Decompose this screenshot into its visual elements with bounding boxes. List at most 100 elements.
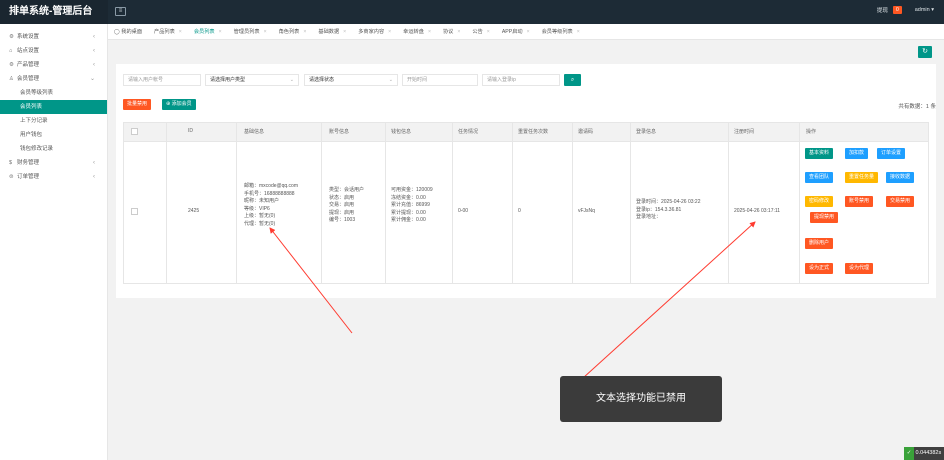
money-icon: $ xyxy=(9,160,13,166)
withdraw-label[interactable]: 提现 xyxy=(877,6,888,14)
sidebar-sub-wallet-log[interactable]: 钱包修改记录 xyxy=(0,142,107,156)
withdraw-badge[interactable]: 0 xyxy=(892,6,902,14)
sidebar-item-site[interactable]: ⌂ 站点设置 ‹ xyxy=(0,44,107,58)
col-actions: 操作 xyxy=(806,129,817,135)
row-checkbox[interactable] xyxy=(131,208,138,215)
view-team-button[interactable]: 查看团队 xyxy=(805,172,834,183)
close-icon[interactable]: × xyxy=(527,29,530,35)
user-icon: ♙ xyxy=(9,76,14,82)
chevron-left-icon: ‹ xyxy=(93,34,95,40)
sidebar-item-product[interactable]: ⚙ 产品管理 ‹ xyxy=(0,58,107,72)
sidebar-item-orders[interactable]: ⊜ 订单管理 ‹ xyxy=(0,170,107,184)
col-wallet: 钱包信息 xyxy=(391,129,412,135)
chevron-left-icon: ‹ xyxy=(93,174,95,180)
close-icon[interactable]: × xyxy=(343,29,346,35)
debug-timer: ✓ 0.044382s xyxy=(904,447,944,460)
refresh-button[interactable]: ↻ xyxy=(918,46,932,58)
cell-login-info: 登录时间：2025-04-26 03:22 登录ip：154.3.36.81 登… xyxy=(636,199,701,221)
sidebar-sub-points-log[interactable]: 上下分记录 xyxy=(0,114,107,128)
close-icon[interactable]: × xyxy=(388,29,391,35)
tab-bar: ◯ 我的桌面 产品列表 × 会员列表 × 管理员列表 × 角色列表 × 基础数据 × 多商… xyxy=(108,24,944,40)
close-icon[interactable]: × xyxy=(457,29,460,35)
sidebar-sub-member-list[interactable]: 会员列表 xyxy=(0,100,107,114)
col-reg-time: 注册时间 xyxy=(734,129,755,135)
chevron-down-icon: ⌄ xyxy=(289,77,294,83)
select-all-checkbox[interactable] xyxy=(131,128,138,135)
cell-basic-info: 邮箱：mxcode@qq.com 手机号：16888888888 昵称：未知用户… xyxy=(244,183,298,227)
tab-admins[interactable]: 管理员列表 × xyxy=(228,24,273,40)
user-menu[interactable]: admin ▾ xyxy=(915,7,934,13)
sidebar-sub-wallet[interactable]: 用户钱包 xyxy=(0,128,107,142)
set-official-button[interactable]: 设为正式 xyxy=(805,263,834,274)
cell-invite: vFJsNq xyxy=(578,208,595,214)
tab-desktop[interactable]: ◯ 我的桌面 xyxy=(108,24,148,40)
sidebar-item-finance[interactable]: $ 财务管理 ‹ xyxy=(0,156,107,170)
home-icon: ⌂ xyxy=(9,48,13,54)
sidebar-item-system[interactable]: ⚙ 系统设置 ‹ xyxy=(0,30,107,44)
close-icon[interactable]: × xyxy=(264,29,267,35)
withdraw-disable-button[interactable]: 提现禁用 xyxy=(810,212,839,223)
chevron-left-icon: ‹ xyxy=(93,160,95,166)
chevron-down-icon: ⌄ xyxy=(388,77,393,83)
tab-member-level[interactable]: 会员等级列表 × xyxy=(536,24,586,40)
order-icon: ⊜ xyxy=(9,174,14,180)
order-settings-button[interactable]: 订单设置 xyxy=(877,148,906,159)
col-account: 账号信息 xyxy=(329,129,350,135)
reset-tasks-button[interactable]: 重置任务量 xyxy=(845,172,879,183)
close-icon[interactable]: × xyxy=(577,29,580,35)
app-title: 排单系统-管理后台 xyxy=(0,0,108,24)
debug-leaf-icon: ✓ xyxy=(904,447,914,460)
chevron-left-icon: ‹ xyxy=(93,48,95,54)
refresh-icon: ↻ xyxy=(922,48,928,55)
cell-account-info: 类型：会话用户 状态：启用 交易：启用 提现：启用 编号：1003 xyxy=(329,187,365,224)
add-funds-button[interactable]: 加扣款 xyxy=(845,148,869,159)
add-member-button[interactable]: ⊕ 添加会员 xyxy=(162,99,196,110)
chevron-left-icon: ‹ xyxy=(93,62,95,68)
top-right-area: 提现 0 admin ▾ xyxy=(877,6,934,14)
gear-icon: ⚙ xyxy=(9,62,14,68)
start-time-input[interactable]: 开始时间 xyxy=(402,74,478,86)
cell-wallet-info: 可用资金：120009 冻结资金：0.00 累计充值：86999 累计提现：0.… xyxy=(391,187,433,224)
close-icon[interactable]: × xyxy=(303,29,306,35)
tab-wheel[interactable]: 幸运转盘 × xyxy=(397,24,437,40)
receive-data-button[interactable]: 接收数据 xyxy=(886,172,915,183)
set-agent-button[interactable]: 设为代理 xyxy=(845,263,874,274)
close-icon[interactable]: × xyxy=(428,29,431,35)
cell-reset: 0 xyxy=(518,208,521,214)
status-select[interactable]: 请选择状态 ⌄ xyxy=(304,74,398,86)
tab-basic-data[interactable]: 基础数据 × xyxy=(312,24,352,40)
tab-members[interactable]: 会员列表 × xyxy=(188,24,228,40)
delete-user-button[interactable]: 删除用户 xyxy=(805,238,834,249)
change-password-button[interactable]: 密码修改 xyxy=(805,196,834,207)
close-icon[interactable]: × xyxy=(487,29,490,35)
col-basic: 基础信息 xyxy=(244,129,265,135)
tab-notice[interactable]: 公告 × xyxy=(466,24,495,40)
col-task: 任务情况 xyxy=(458,129,479,135)
sidebar-item-member[interactable]: ♙ 会员管理 ⌄ xyxy=(0,72,107,86)
account-disable-button[interactable]: 账号禁用 xyxy=(845,196,874,207)
user-type-select[interactable]: 请选择用户类型 ⌄ xyxy=(205,74,299,86)
tab-app-launch[interactable]: APP启动 × xyxy=(496,24,536,40)
account-input[interactable]: 请输入用户帐号 xyxy=(123,74,201,86)
close-icon[interactable]: × xyxy=(179,29,182,35)
sidebar-sub-member-level[interactable]: 会员等级列表 xyxy=(0,86,107,100)
ip-input[interactable]: 请输入登录ip xyxy=(482,74,560,86)
search-button[interactable]: ⌕ xyxy=(564,74,581,86)
col-reset: 重置任务次数 xyxy=(518,129,549,135)
trade-disable-button[interactable]: 交易禁用 xyxy=(886,196,915,207)
tab-merchant[interactable]: 多商家内容 × xyxy=(352,24,397,40)
batch-disable-button[interactable]: 批量禁用 xyxy=(123,99,152,110)
tab-products[interactable]: 产品列表 × xyxy=(148,24,188,40)
col-id: ID xyxy=(188,128,193,134)
toast-message: 文本选择功能已禁用 xyxy=(560,376,722,422)
gear-icon: ⚙ xyxy=(9,34,14,40)
search-icon: ⌕ xyxy=(570,77,575,83)
menu-toggle-icon[interactable]: ≡ xyxy=(115,7,126,16)
tab-roles[interactable]: 角色列表 × xyxy=(273,24,313,40)
tab-agreement[interactable]: 协议 × xyxy=(437,24,466,40)
cell-task: 0-00 xyxy=(458,208,469,214)
close-icon[interactable]: × xyxy=(219,29,222,35)
cell-reg-time: 2025-04-26 03:17:11 xyxy=(734,208,781,214)
total-count: 共有数据：1 条 xyxy=(898,104,936,110)
basic-info-button[interactable]: 基本资料 xyxy=(805,148,834,159)
